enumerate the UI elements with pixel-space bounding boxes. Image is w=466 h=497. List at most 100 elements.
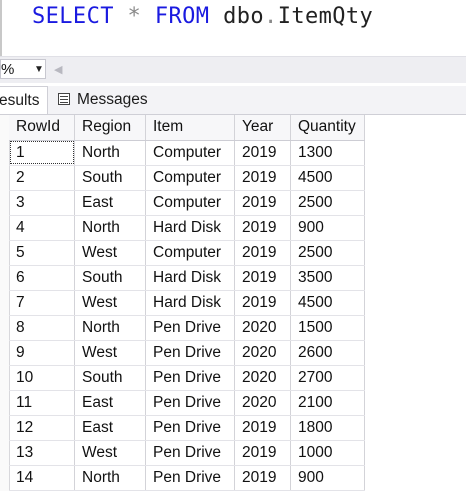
table-cell[interactable]: West bbox=[74, 340, 146, 366]
table-cell[interactable]: North bbox=[74, 465, 146, 491]
table-cell[interactable]: Hard Disk bbox=[145, 215, 235, 241]
table-cell[interactable]: Pen Drive bbox=[145, 365, 235, 391]
column-header[interactable]: Item bbox=[145, 115, 235, 141]
table-cell[interactable]: South bbox=[74, 165, 146, 191]
table-cell[interactable]: 9 bbox=[9, 340, 75, 366]
table-cell[interactable]: West bbox=[74, 440, 146, 466]
zoom-dropdown[interactable]: % ▼ bbox=[0, 59, 46, 79]
table-cell[interactable]: West bbox=[74, 240, 146, 266]
table-cell[interactable]: 4500 bbox=[290, 165, 365, 191]
table-cell[interactable]: 2500 bbox=[290, 190, 365, 216]
table-cell[interactable]: 2020 bbox=[234, 365, 291, 391]
table-cell[interactable]: 3500 bbox=[290, 265, 365, 291]
table-cell[interactable]: North bbox=[74, 140, 146, 166]
table-cell[interactable]: Pen Drive bbox=[145, 465, 235, 491]
table-cell[interactable]: 2019 bbox=[234, 465, 291, 491]
table-cell[interactable]: Hard Disk bbox=[145, 265, 235, 291]
table-row[interactable]: 9 West Pen Drive 2020 2600 bbox=[9, 340, 365, 366]
table-row[interactable]: 11 East Pen Drive 2020 2100 bbox=[9, 390, 365, 416]
table-cell[interactable]: South bbox=[74, 365, 146, 391]
table-cell[interactable]: 2500 bbox=[290, 240, 365, 266]
table-cell[interactable]: 2020 bbox=[234, 315, 291, 341]
table-cell[interactable]: 2019 bbox=[234, 265, 291, 291]
table-cell[interactable]: Computer bbox=[145, 240, 235, 266]
chevron-down-icon[interactable]: ▼ bbox=[33, 63, 45, 77]
query-text[interactable]: SELECT * FROM dbo.ItemQty bbox=[32, 4, 373, 29]
table-cell[interactable]: 4500 bbox=[290, 290, 365, 316]
table-cell[interactable]: East bbox=[74, 415, 146, 441]
table-cell[interactable]: South bbox=[74, 265, 146, 291]
results-table: RowId Region Item Year Quantity 1 North Co… bbox=[9, 115, 365, 491]
table-cell[interactable]: 900 bbox=[290, 465, 365, 491]
table-cell[interactable]: 1 bbox=[9, 140, 75, 166]
table-row[interactable]: 13 West Pen Drive 2019 1000 bbox=[9, 440, 365, 466]
table-row[interactable]: 10 South Pen Drive 2020 2700 bbox=[9, 365, 365, 391]
results-tabs: esults Messages bbox=[0, 86, 466, 115]
table-cell[interactable]: North bbox=[74, 315, 146, 341]
table-cell[interactable]: 900 bbox=[290, 215, 365, 241]
table-row[interactable]: 14 North Pen Drive 2019 900 bbox=[9, 465, 365, 491]
table-cell[interactable]: North bbox=[74, 215, 146, 241]
table-cell[interactable]: 2019 bbox=[234, 240, 291, 266]
table-cell[interactable]: 12 bbox=[9, 415, 75, 441]
table-row[interactable]: 4 North Hard Disk 2019 900 bbox=[9, 215, 365, 241]
table-cell[interactable]: 1500 bbox=[290, 315, 365, 341]
column-header[interactable]: Year bbox=[234, 115, 291, 141]
column-header[interactable]: Quantity bbox=[290, 115, 365, 141]
table-cell[interactable]: 2019 bbox=[234, 290, 291, 316]
table-cell[interactable]: Pen Drive bbox=[145, 340, 235, 366]
table-row[interactable]: 5 West Computer 2019 2500 bbox=[9, 240, 365, 266]
table-row[interactable]: 7 West Hard Disk 2019 4500 bbox=[9, 290, 365, 316]
table-cell[interactable]: Hard Disk bbox=[145, 290, 235, 316]
column-header[interactable]: RowId bbox=[9, 115, 75, 141]
table-cell[interactable]: 13 bbox=[9, 440, 75, 466]
table-cell[interactable]: West bbox=[74, 290, 146, 316]
table-cell[interactable]: 2700 bbox=[290, 365, 365, 391]
table-cell[interactable]: 2019 bbox=[234, 190, 291, 216]
table-cell[interactable]: 1800 bbox=[290, 415, 365, 441]
table-cell[interactable]: 7 bbox=[9, 290, 75, 316]
table-cell[interactable]: 4 bbox=[9, 215, 75, 241]
table-row[interactable]: 8 North Pen Drive 2020 1500 bbox=[9, 315, 365, 341]
table-cell[interactable]: 3 bbox=[9, 190, 75, 216]
table-cell[interactable]: 2019 bbox=[234, 440, 291, 466]
table-cell[interactable]: 1000 bbox=[290, 440, 365, 466]
table-cell[interactable]: Pen Drive bbox=[145, 415, 235, 441]
table-cell[interactable]: 2600 bbox=[290, 340, 365, 366]
tab-messages[interactable]: Messages bbox=[55, 86, 153, 113]
tab-messages-label: Messages bbox=[77, 91, 148, 108]
results-grid[interactable]: RowId Region Item Year Quantity 1 North Co… bbox=[0, 115, 466, 497]
table-cell[interactable]: Computer bbox=[145, 165, 235, 191]
table-cell[interactable]: 10 bbox=[9, 365, 75, 391]
table-cell[interactable]: 11 bbox=[9, 390, 75, 416]
table-cell[interactable]: Pen Drive bbox=[145, 390, 235, 416]
table-cell[interactable]: 2020 bbox=[234, 390, 291, 416]
table-row[interactable]: 3 East Computer 2019 2500 bbox=[9, 190, 365, 216]
table-cell[interactable]: 2100 bbox=[290, 390, 365, 416]
table-cell[interactable]: Computer bbox=[145, 140, 235, 166]
table-row[interactable]: 1 North Computer 2019 1300 bbox=[9, 140, 365, 166]
column-header[interactable]: Region bbox=[74, 115, 146, 141]
table-row[interactable]: 6 South Hard Disk 2019 3500 bbox=[9, 265, 365, 291]
table-cell[interactable]: Computer bbox=[145, 190, 235, 216]
table-cell[interactable]: East bbox=[74, 190, 146, 216]
scroll-left-icon[interactable]: ◀ bbox=[54, 62, 66, 78]
table-row[interactable]: 2 South Computer 2019 4500 bbox=[9, 165, 365, 191]
table-cell[interactable]: 14 bbox=[9, 465, 75, 491]
table-cell[interactable]: 6 bbox=[9, 265, 75, 291]
tab-results[interactable]: esults bbox=[0, 86, 48, 114]
table-cell[interactable]: 2019 bbox=[234, 215, 291, 241]
table-cell[interactable]: 8 bbox=[9, 315, 75, 341]
table-cell[interactable]: East bbox=[74, 390, 146, 416]
table-cell[interactable]: 2019 bbox=[234, 140, 291, 166]
table-cell[interactable]: 2019 bbox=[234, 165, 291, 191]
table-cell[interactable]: Pen Drive bbox=[145, 315, 235, 341]
table-row[interactable]: 12 East Pen Drive 2019 1800 bbox=[9, 415, 365, 441]
table-cell[interactable]: 2020 bbox=[234, 340, 291, 366]
query-editor[interactable]: SELECT * FROM dbo.ItemQty bbox=[0, 0, 466, 56]
table-cell[interactable]: 2 bbox=[9, 165, 75, 191]
table-cell[interactable]: Pen Drive bbox=[145, 440, 235, 466]
table-cell[interactable]: 2019 bbox=[234, 415, 291, 441]
table-cell[interactable]: 1300 bbox=[290, 140, 365, 166]
table-cell[interactable]: 5 bbox=[9, 240, 75, 266]
